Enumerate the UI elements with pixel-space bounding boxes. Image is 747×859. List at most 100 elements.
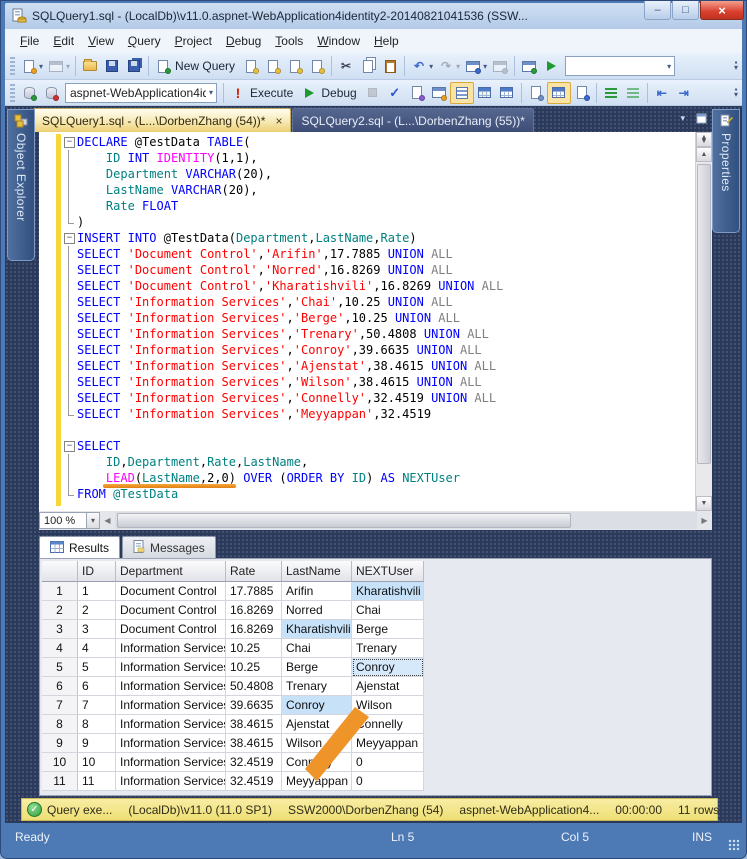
results-tab-results[interactable]: Results (39, 536, 121, 559)
float-window-icon[interactable] (695, 112, 708, 125)
cell-department[interactable]: Information Services (116, 677, 226, 696)
cell-nextuser[interactable]: Trenary (352, 639, 424, 658)
navigate-backward-icon[interactable]: ▾ (462, 55, 489, 77)
cell-rate[interactable]: 32.4519 (226, 753, 282, 772)
document-tab-2[interactable]: SQLQuery2.sql - (L...\DorbenZhang (55))* (292, 108, 534, 132)
menu-query[interactable]: Query (121, 31, 168, 51)
maximize-button[interactable]: □ (672, 1, 699, 20)
new-query-tab-icon[interactable]: ▾ (18, 55, 45, 77)
cell-rate[interactable]: 32.4519 (226, 772, 282, 791)
new-query-button[interactable]: New Query (152, 55, 240, 77)
paste-icon[interactable] (379, 55, 401, 77)
cell-id[interactable]: 1 (78, 582, 116, 601)
sql-editor[interactable]: DECLARE @TestData TABLE( ID INT IDENTITY… (39, 132, 695, 511)
toolbar-grip[interactable] (10, 83, 15, 102)
split-handle[interactable]: ▲ ▼ (696, 132, 712, 147)
minimize-button[interactable]: – (644, 1, 671, 20)
intellisense-icon[interactable] (449, 81, 474, 104)
cell-department[interactable]: Document Control (116, 620, 226, 639)
row-header[interactable]: 8 (42, 715, 78, 734)
parse-icon[interactable]: ✓ (384, 82, 406, 104)
cell-lastname[interactable]: Berge (282, 658, 352, 677)
column-header-department[interactable]: Department (116, 561, 226, 582)
copy-icon[interactable] (357, 55, 379, 77)
activity-monitor-icon[interactable] (518, 55, 540, 77)
row-header[interactable]: 9 (42, 734, 78, 753)
tab-list-dropdown-icon[interactable]: ▾ (680, 113, 685, 124)
cell-rate[interactable]: 38.4615 (226, 715, 282, 734)
font-size-combo[interactable]: ▾ (565, 56, 676, 76)
results-tab-messages[interactable]: Messages (122, 536, 216, 559)
horizontal-scroll-thumb[interactable] (117, 513, 571, 528)
cell-rate[interactable]: 10.25 (226, 658, 282, 677)
cell-department[interactable]: Information Services (116, 639, 226, 658)
menu-help[interactable]: Help (367, 31, 406, 51)
menu-window[interactable]: Window (310, 31, 367, 51)
cancel-query-icon[interactable] (362, 82, 384, 104)
cell-id[interactable]: 2 (78, 601, 116, 620)
cell-rate[interactable]: 16.8269 (226, 620, 282, 639)
change-connection-icon[interactable] (18, 82, 40, 104)
menu-project[interactable]: Project (168, 31, 219, 51)
menu-view[interactable]: View (81, 31, 121, 51)
row-header[interactable]: 11 (42, 772, 78, 791)
column-header-nextuser[interactable]: NEXTUser (352, 561, 424, 582)
row-header[interactable]: 2 (42, 601, 78, 620)
cell-id[interactable]: 3 (78, 620, 116, 639)
uncomment-icon[interactable] (622, 82, 644, 104)
debug-button[interactable]: Debug (298, 82, 361, 104)
query-options-icon[interactable] (428, 82, 450, 104)
results-file-icon[interactable] (571, 82, 593, 104)
database-engine-query-icon[interactable] (240, 55, 262, 77)
specify-values-icon[interactable] (474, 82, 496, 104)
new-window-icon[interactable]: ▾ (45, 55, 72, 77)
navigate-forward-icon[interactable] (489, 55, 511, 77)
outdent-icon[interactable]: ⇤ (651, 82, 673, 104)
results-text-icon[interactable] (525, 82, 547, 104)
cell-rate[interactable]: 17.7885 (226, 582, 282, 601)
save-all-icon[interactable] (123, 55, 145, 77)
database-combo[interactable]: aspnet-WebApplication4ide ▾ (65, 82, 217, 103)
estimated-plan-icon[interactable] (406, 82, 428, 104)
cell-nextuser[interactable]: Berge (352, 620, 424, 639)
row-header[interactable]: 4 (42, 639, 78, 658)
execute-button[interactable]: ! Execute (227, 82, 298, 104)
cell-department[interactable]: Information Services (116, 696, 226, 715)
comment-icon[interactable] (600, 82, 622, 104)
cell-department[interactable]: Information Services (116, 753, 226, 772)
edit-top-rows-icon[interactable] (496, 82, 518, 104)
column-header-lastname[interactable]: LastName (282, 561, 352, 582)
cell-department[interactable]: Document Control (116, 601, 226, 620)
tab-close-icon[interactable]: × (275, 114, 282, 128)
document-tab-1[interactable]: SQLQuery1.sql - (L...\DorbenZhang (54))*… (33, 108, 292, 132)
row-header[interactable]: 3 (42, 620, 78, 639)
cell-id[interactable]: 10 (78, 753, 116, 772)
title-bar[interactable]: SQLQuery1.sql - (LocalDb)\v11.0.aspnet-W… (5, 3, 742, 29)
menu-file[interactable]: File (13, 31, 46, 51)
cell-rate[interactable]: 38.4615 (226, 734, 282, 753)
cell-id[interactable]: 6 (78, 677, 116, 696)
column-header-rate[interactable]: Rate (226, 561, 282, 582)
scroll-thumb[interactable] (697, 164, 711, 464)
menu-edit[interactable]: Edit (46, 31, 81, 51)
results-grid-icon[interactable] (546, 81, 571, 104)
save-icon[interactable] (101, 55, 123, 77)
row-header[interactable]: 6 (42, 677, 78, 696)
disconnect-icon[interactable] (40, 82, 62, 104)
zoom-dropdown-icon[interactable]: ▾ (87, 512, 100, 529)
start-icon[interactable] (540, 55, 562, 77)
cell-lastname[interactable]: Arifin (282, 582, 352, 601)
dmx-query-icon[interactable] (284, 55, 306, 77)
toolbar-overflow-icon[interactable]: ▪ ▾ (734, 59, 738, 71)
close-button[interactable]: × (700, 1, 744, 20)
cell-lastname[interactable]: Chai (282, 639, 352, 658)
cut-icon[interactable]: ✂ (335, 55, 357, 77)
menu-debug[interactable]: Debug (219, 31, 268, 51)
zoom-level-combo[interactable]: 100 % (39, 512, 87, 529)
cell-nextuser[interactable]: Kharatishvili (352, 582, 424, 601)
indent-icon[interactable]: ⇥ (673, 82, 695, 104)
cell-id[interactable]: 8 (78, 715, 116, 734)
cell-department[interactable]: Information Services (116, 734, 226, 753)
toolbar-grip[interactable] (10, 57, 15, 75)
cell-id[interactable]: 9 (78, 734, 116, 753)
